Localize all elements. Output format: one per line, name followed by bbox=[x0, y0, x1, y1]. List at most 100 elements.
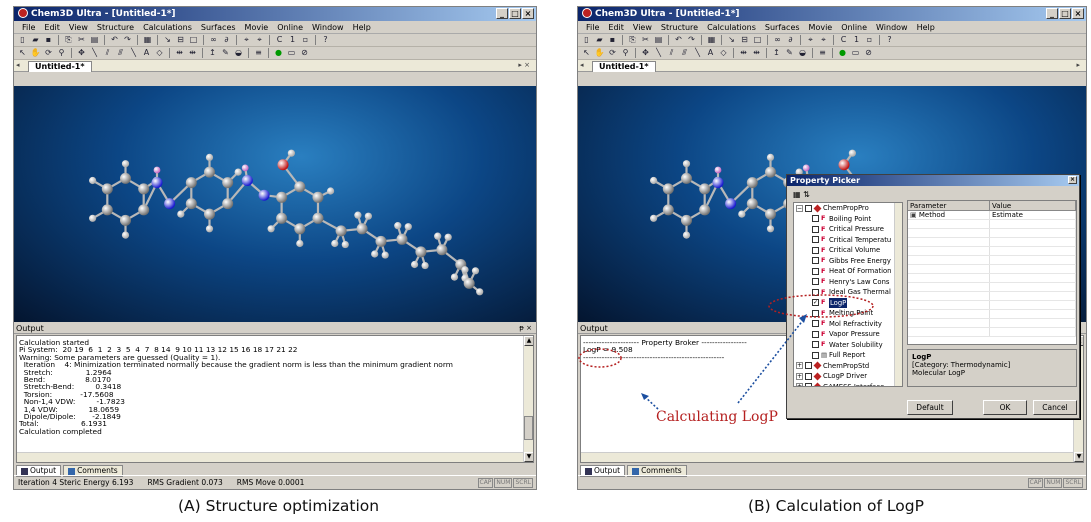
new-icon[interactable]: ▯ bbox=[17, 35, 28, 45]
menu-calculations[interactable]: Calculations bbox=[143, 23, 192, 32]
align-icon[interactable]: ↥ bbox=[207, 48, 218, 58]
hydrogen-atom bbox=[89, 176, 97, 185]
res-icon[interactable]: ▫ bbox=[300, 35, 311, 45]
save-icon[interactable]: ▪ bbox=[43, 35, 54, 45]
chem3d-window-b: Chem3D Ultra - [Untitled-1*] _ □ × File Ed… bbox=[577, 6, 1087, 490]
hydrogen-atom bbox=[381, 251, 389, 259]
scrl-indicator: SCRL bbox=[513, 478, 533, 488]
carbon-atom bbox=[335, 225, 347, 237]
output-pane[interactable]: Calculation started Pi System: 20 19 6 1… bbox=[16, 335, 534, 463]
carbon-icon[interactable]: C bbox=[274, 35, 285, 45]
menu-surfaces[interactable]: Surfaces bbox=[201, 23, 236, 32]
hydrogen-atom bbox=[89, 214, 97, 222]
status-steric-energy: Iteration 4 Steric Energy 6.193 bbox=[18, 478, 134, 487]
carbon-atom bbox=[436, 244, 448, 256]
translate-icon[interactable]: ✥ bbox=[76, 48, 87, 58]
output-icon bbox=[21, 467, 28, 475]
caption-b: (B) Calculation of LogP bbox=[748, 497, 924, 515]
help-icon[interactable]: ? bbox=[320, 35, 331, 45]
maximize-button[interactable]: □ bbox=[509, 8, 521, 19]
one-icon[interactable]: 1 bbox=[287, 35, 298, 45]
eraser-icon[interactable]: ◇ bbox=[154, 48, 165, 58]
logp-tree-highlight bbox=[768, 294, 874, 318]
text-tool-icon[interactable]: A bbox=[141, 48, 152, 58]
green-dot-icon[interactable]: ● bbox=[273, 48, 284, 58]
print-icon[interactable]: ▦ bbox=[142, 35, 153, 45]
status-bar: Iteration 4 Steric Energy 6.193 RMS Grad… bbox=[14, 475, 536, 489]
zoom-icon[interactable]: ⚲ bbox=[56, 48, 67, 58]
arrow-to-tree bbox=[737, 318, 805, 404]
nitrogen-atom bbox=[258, 189, 270, 201]
copy-icon[interactable]: ⎘ bbox=[63, 35, 74, 45]
hand-icon[interactable]: ✋ bbox=[30, 48, 41, 58]
menu-edit[interactable]: Edit bbox=[44, 23, 60, 32]
menu-view[interactable]: View bbox=[69, 23, 88, 32]
comments-icon bbox=[68, 467, 76, 475]
single-bond-icon[interactable]: ╲ bbox=[89, 48, 100, 58]
caption-a: (A) Structure optimization bbox=[178, 497, 380, 515]
output-hscroll[interactable] bbox=[17, 452, 523, 462]
hydrogen-atom bbox=[471, 267, 480, 275]
hydrogen-atom bbox=[364, 212, 372, 220]
carbon-atom bbox=[375, 235, 387, 247]
stop-icon[interactable]: ⊘ bbox=[299, 48, 310, 58]
hydrogen-atom bbox=[234, 168, 242, 176]
menu-file[interactable]: File bbox=[22, 23, 35, 32]
display-mode-icon[interactable]: ⊟ bbox=[175, 35, 186, 45]
trace2-icon[interactable]: ⇹ bbox=[187, 48, 198, 58]
model-icon[interactable]: □ bbox=[188, 35, 199, 45]
axis2-icon[interactable]: ⌖ bbox=[254, 35, 265, 45]
tab-untitled-1[interactable]: Untitled-1* bbox=[28, 61, 92, 72]
tab-scroll-left-icon[interactable]: ◂ bbox=[16, 61, 20, 69]
select-icon[interactable]: ↖ bbox=[17, 48, 28, 58]
trace-icon[interactable]: ⇹ bbox=[174, 48, 185, 58]
menu-structure[interactable]: Structure bbox=[97, 23, 134, 32]
double-bond-icon[interactable]: ⫽ bbox=[102, 48, 113, 58]
pin-close-icon[interactable]: ᵽ × bbox=[519, 323, 532, 334]
cut-icon[interactable]: ✂ bbox=[76, 35, 87, 45]
hydrogen-atom bbox=[121, 231, 130, 239]
minimize-button[interactable]: _ bbox=[496, 8, 508, 19]
color-icon[interactable]: ✎ bbox=[220, 48, 231, 58]
carbon-atom bbox=[312, 212, 324, 224]
undo-icon[interactable]: ↶ bbox=[109, 35, 120, 45]
ring-icon[interactable]: ∞ bbox=[208, 35, 219, 45]
bond-color-icon[interactable]: ↘ bbox=[162, 35, 173, 45]
open-icon[interactable]: ▰ bbox=[30, 35, 41, 45]
building-toolbar: ↖ ✋ ⟳ ⚲ ✥ ╲ ⫽ ⫻ ╲ A ◇ ⇹ ⇹ ↥ ✎ ◒ ≡ ● ▭ ⊘ bbox=[14, 47, 536, 60]
carbon-atom bbox=[396, 233, 408, 245]
standard-toolbar: ▯ ▰ ▪ ⎘ ✂ ▤ ↶ ↷ ▦ ↘ ⊟ □ ∞ ∂ ⌖ ⌖ C 1 ▫? bbox=[14, 34, 536, 47]
carbon-atom bbox=[204, 166, 215, 178]
rotate-icon[interactable]: ⟳ bbox=[43, 48, 54, 58]
charge-icon[interactable]: ∂ bbox=[221, 35, 232, 45]
carbon-atom bbox=[463, 277, 475, 289]
fill-icon[interactable]: ◒ bbox=[233, 48, 244, 58]
tab-close-icon[interactable]: ▸ × bbox=[518, 61, 530, 69]
menu-help[interactable]: Help bbox=[353, 23, 371, 32]
menu-window[interactable]: Window bbox=[312, 23, 344, 32]
output-title: Output bbox=[16, 324, 44, 333]
model-explorer-icon[interactable]: ▭ bbox=[286, 48, 297, 58]
triple-bond-icon[interactable]: ⫻ bbox=[115, 48, 126, 58]
paste-icon[interactable]: ▤ bbox=[89, 35, 100, 45]
output-header: Output ᵽ × bbox=[14, 323, 536, 334]
document-tabs: ◂ Untitled-1* ▸ × bbox=[14, 60, 536, 72]
hydrogen-atom bbox=[476, 288, 484, 296]
menu-online[interactable]: Online bbox=[277, 23, 303, 32]
redo-icon[interactable]: ↷ bbox=[122, 35, 133, 45]
hydrogen-atom bbox=[205, 225, 214, 233]
arrow-to-tree-head bbox=[799, 314, 807, 323]
output-vscroll[interactable]: ▲▼ bbox=[523, 336, 533, 462]
carbon-atom bbox=[222, 198, 234, 210]
axis-icon[interactable]: ⌖ bbox=[241, 35, 252, 45]
carbon-atom bbox=[185, 198, 197, 210]
annotation-overlay bbox=[578, 294, 874, 410]
menu-movie[interactable]: Movie bbox=[245, 23, 269, 32]
list-icon[interactable]: ≡ bbox=[253, 48, 264, 58]
molecule-viewport[interactable] bbox=[14, 86, 536, 322]
hydrogen-atom bbox=[410, 260, 419, 269]
close-button[interactable]: × bbox=[522, 8, 534, 19]
hydrogen-atom bbox=[121, 160, 130, 168]
carbon-atom bbox=[120, 214, 131, 226]
dummy-bond-icon[interactable]: ╲ bbox=[128, 48, 139, 58]
